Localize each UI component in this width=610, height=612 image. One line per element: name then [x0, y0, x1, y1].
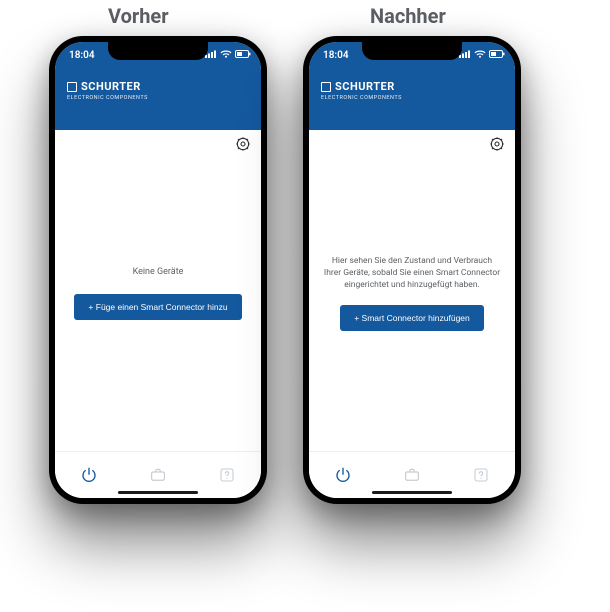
device-notch — [362, 42, 462, 60]
empty-state: Keine Geräte + Füge einen Smart Connecto… — [55, 130, 261, 456]
home-indicator — [372, 491, 452, 494]
brand-subtitle: ELECTRONIC COMPONENTS — [321, 95, 503, 101]
empty-state: Hier sehen Sie den Zustand und Verbrauch… — [309, 130, 515, 456]
empty-state-message: Hier sehen Sie den Zustand und Verbrauch… — [323, 255, 501, 292]
nav-briefcase-icon[interactable] — [148, 465, 168, 485]
brand-logo-icon — [67, 82, 77, 92]
home-indicator — [118, 491, 198, 494]
heading-before: Vorher — [108, 4, 169, 28]
nav-help-icon[interactable] — [217, 465, 237, 485]
wifi-icon — [220, 50, 232, 58]
brand-logo-icon — [321, 82, 331, 92]
battery-icon — [235, 50, 251, 58]
brand-name: SCHURTER — [335, 80, 395, 93]
nav-power-icon[interactable] — [333, 465, 353, 485]
wifi-icon — [474, 50, 486, 58]
app-header: SCHURTER ELECTRONIC COMPONENTS — [309, 72, 515, 130]
brand-subtitle: ELECTRONIC COMPONENTS — [67, 95, 249, 101]
phone-before: 18:04 SCHURTER — [49, 36, 267, 504]
nav-briefcase-icon[interactable] — [402, 465, 422, 485]
phone-after: 18:04 SCHURTER — [303, 36, 521, 504]
add-connector-button[interactable]: + Füge einen Smart Connector hinzu — [74, 294, 241, 320]
status-time: 18:04 — [69, 50, 95, 61]
add-connector-button[interactable]: + Smart Connector hinzufügen — [340, 305, 484, 331]
heading-after: Nachher — [370, 4, 446, 28]
status-time: 18:04 — [323, 50, 349, 61]
app-header: SCHURTER ELECTRONIC COMPONENTS — [55, 72, 261, 130]
brand-name: SCHURTER — [81, 80, 141, 93]
nav-help-icon[interactable] — [471, 465, 491, 485]
battery-icon — [489, 50, 505, 58]
nav-power-icon[interactable] — [79, 465, 99, 485]
empty-state-message: Keine Geräte — [133, 266, 184, 279]
device-notch — [108, 42, 208, 60]
